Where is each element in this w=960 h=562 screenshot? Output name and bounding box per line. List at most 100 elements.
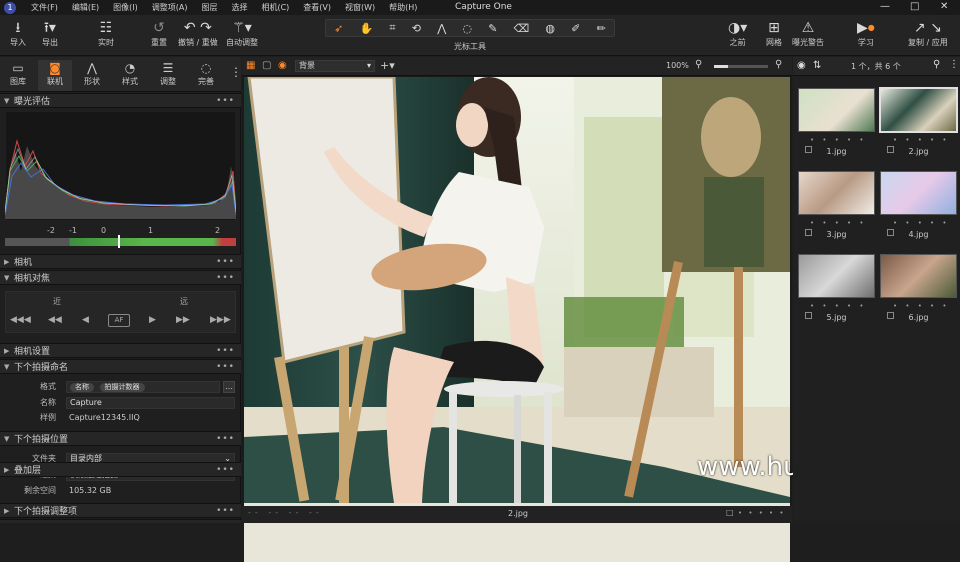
viewer-rating-stars[interactable]: • • • • • xyxy=(738,509,786,517)
eye-icon[interactable]: ◉ xyxy=(797,60,806,71)
section-menu-icon[interactable]: ••• xyxy=(216,465,235,475)
focus-near-medium-icon[interactable]: ◀◀ xyxy=(48,315,62,325)
focus-near-far-icon[interactable]: ◀◀◀ xyxy=(10,315,31,325)
tab-library[interactable]: ▭ 图库 xyxy=(1,60,35,87)
more-tabs-icon[interactable]: ⋮ xyxy=(230,65,242,79)
picker-icon[interactable]: ✐ xyxy=(571,22,580,35)
thumbnail-6-rating[interactable]: • • • • • xyxy=(893,302,950,310)
zoom-slider[interactable] xyxy=(714,65,768,68)
format-field[interactable]: 名称 拍摄计数器 xyxy=(66,380,220,393)
menu-file[interactable]: 文件(F) xyxy=(24,2,65,13)
gradient-icon[interactable]: ◍ xyxy=(545,22,555,35)
menu-layers[interactable]: 图层 xyxy=(194,2,224,13)
section-menu-icon[interactable]: ••• xyxy=(216,96,235,106)
pan-icon[interactable]: ✋ xyxy=(360,22,374,35)
focus-far-large-icon[interactable]: ▶▶▶ xyxy=(210,315,231,325)
next-capture-naming-section-header[interactable]: ▼ 下个拍摄命名 ••• xyxy=(0,359,241,374)
tab-refine[interactable]: ◌ 完善 xyxy=(189,60,223,87)
thumbnail-3-name: 3.jpg xyxy=(826,230,847,239)
thumbnail-1-rating[interactable]: • • • • • xyxy=(810,136,867,144)
next-capture-adjustments-section-header[interactable]: ▶ 下个拍摄调整项 ••• xyxy=(0,503,241,518)
focus-far-medium-icon[interactable]: ▶▶ xyxy=(176,315,190,325)
tab-shape[interactable]: ⋀ 形状 xyxy=(75,60,109,87)
thumbnail-2-rating[interactable]: • • • • • xyxy=(893,136,950,144)
sort-icon[interactable]: ⇅ xyxy=(813,60,821,71)
eye-view-icon[interactable]: ◉ xyxy=(278,60,287,71)
thumbnail-3-rating[interactable]: • • • • • xyxy=(810,219,867,227)
menu-view[interactable]: 查看(V) xyxy=(296,2,338,13)
tab-adjust[interactable]: ☰ 调整 xyxy=(151,60,185,87)
tab-tethered[interactable]: ◙ 联机 xyxy=(38,60,72,91)
search-icon[interactable]: ⚲ xyxy=(933,59,940,70)
learn-button[interactable]: ▶● 学习 xyxy=(857,19,875,48)
camera-settings-section-header[interactable]: ▶ 相机设置 ••• xyxy=(0,343,241,358)
thumbnail-2[interactable] xyxy=(879,87,958,133)
copy-apply-button[interactable]: ↗ ↘ 复制 / 应用 xyxy=(908,19,948,48)
straighten-icon[interactable]: ⟲ xyxy=(412,22,421,35)
name-input[interactable]: Capture xyxy=(66,396,235,409)
menu-help[interactable]: 帮助(H) xyxy=(382,2,424,13)
camera-settings-title: 相机设置 xyxy=(14,347,51,357)
single-view-icon[interactable]: ▢ xyxy=(262,60,271,71)
section-menu-icon[interactable]: ••• xyxy=(216,257,235,267)
auto-adjust-button[interactable]: ⚚▾ 自动调整 xyxy=(226,19,258,48)
tab-style[interactable]: ◔ 样式 xyxy=(113,60,147,87)
brush-icon[interactable]: ✎ xyxy=(488,22,497,35)
section-menu-icon[interactable]: ••• xyxy=(216,362,235,372)
spot-icon[interactable]: ◌ xyxy=(462,22,472,35)
menu-image[interactable]: 图像(I) xyxy=(106,2,145,13)
autofocus-button[interactable]: AF xyxy=(108,314,130,327)
thumbnail-1[interactable] xyxy=(798,88,875,132)
before-button[interactable]: ◑▾ 之前 xyxy=(728,19,747,48)
section-menu-icon[interactable]: ••• xyxy=(216,506,235,516)
menu-window[interactable]: 视窗(W) xyxy=(338,2,382,13)
thumbnail-3[interactable] xyxy=(798,171,875,215)
eraser-icon[interactable]: ⌫ xyxy=(514,22,530,35)
menu-adjustments[interactable]: 调整项(A) xyxy=(145,2,195,13)
export-button[interactable]: ⭱▾ 导出 xyxy=(42,19,58,48)
thumbnail-4-rating[interactable]: • • • • • xyxy=(893,219,950,227)
grid-button[interactable]: ⊞ 网格 xyxy=(766,19,782,48)
thumbnail-4[interactable] xyxy=(880,171,957,215)
zoom-in-icon[interactable]: ⚲ xyxy=(775,59,782,70)
focus-far-small-icon[interactable]: ▶ xyxy=(149,315,156,325)
more-icon[interactable]: ⋮ xyxy=(949,59,959,70)
exposure-warning-button[interactable]: ⚠ 曝光警告 xyxy=(792,19,824,48)
thumbnail-6[interactable] xyxy=(880,254,957,298)
annotate-icon[interactable]: ✏ xyxy=(597,22,606,35)
overlay-section-header[interactable] xyxy=(0,519,241,523)
close-button[interactable]: ✕ xyxy=(940,1,948,12)
camera-section-header[interactable]: ▶ 相机 ••• xyxy=(0,254,241,269)
zoom-out-icon[interactable]: ⚲ xyxy=(695,59,702,70)
menu-select[interactable]: 选择 xyxy=(224,2,254,13)
focus-near-small-icon[interactable]: ◀ xyxy=(82,315,89,325)
before-icon: ◑▾ xyxy=(728,20,748,36)
menu-edit[interactable]: 编辑(E) xyxy=(65,2,106,13)
undo-redo-button[interactable]: ↶ ↷ 撤销 / 重做 xyxy=(178,19,218,48)
reset-button[interactable]: ↺ 重置 xyxy=(151,19,167,48)
section-menu-icon[interactable]: ••• xyxy=(216,434,235,444)
minimize-button[interactable]: — xyxy=(880,1,890,12)
format-edit-button[interactable]: … xyxy=(223,380,235,393)
maximize-button[interactable]: □ xyxy=(910,1,919,12)
select-cursor-icon[interactable]: ➶ xyxy=(334,22,343,35)
background-select[interactable]: 背景 ▾ xyxy=(295,60,375,72)
import-button[interactable]: ⭳ 导入 xyxy=(10,19,26,48)
add-icon[interactable]: +▾ xyxy=(380,59,395,72)
keystone-icon[interactable]: ⋀ xyxy=(437,22,446,35)
format-label: 格式 xyxy=(40,382,56,391)
thumbnail-5[interactable] xyxy=(798,254,875,298)
exposure-section-header[interactable]: ▼ 曝光评估 ••• xyxy=(0,93,241,108)
overlay-section-header-row[interactable]: ▶ 叠加层 ••• xyxy=(0,462,241,477)
next-capture-location-section-header[interactable]: ▼ 下个拍摄位置 ••• xyxy=(0,431,241,446)
live-button[interactable]: ☷ 实时 xyxy=(98,19,114,48)
viewer-rating-checkbox[interactable]: □ xyxy=(726,508,734,517)
crop-icon[interactable]: ⌗ xyxy=(389,21,395,35)
grid-view-icon[interactable]: ▦ xyxy=(246,60,255,71)
camera-focus-section-header[interactable]: ▼ 相机对焦 ••• xyxy=(0,270,241,285)
section-menu-icon[interactable]: ••• xyxy=(216,346,235,356)
thumbnail-5-rating[interactable]: • • • • • xyxy=(810,302,867,310)
section-menu-icon[interactable]: ••• xyxy=(216,273,235,283)
expand-right-icon: ▶ xyxy=(4,257,10,266)
menu-camera[interactable]: 相机(C) xyxy=(254,2,296,13)
